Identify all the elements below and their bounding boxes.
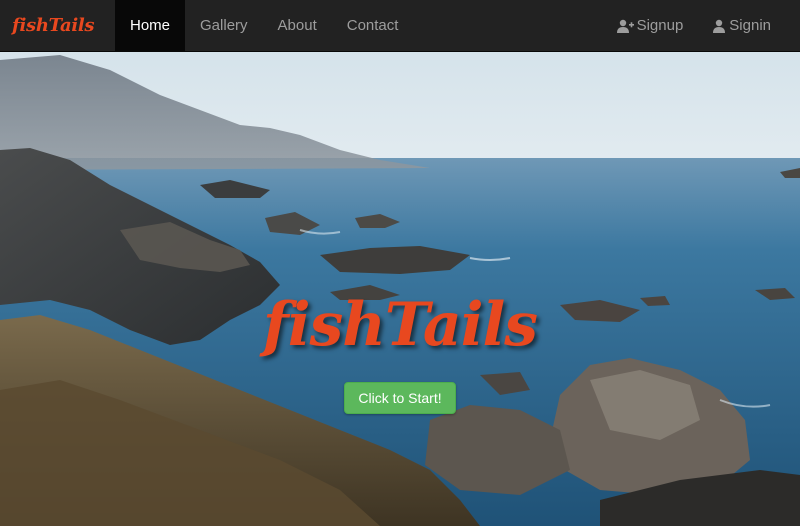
nav-link-about[interactable]: About bbox=[263, 0, 332, 52]
signin-link[interactable]: Signin bbox=[698, 0, 786, 52]
top-navbar: fishTails Home Gallery About Contact Sig… bbox=[0, 0, 800, 52]
signup-link[interactable]: Signup bbox=[602, 0, 699, 52]
brand-logo-link[interactable]: fishTails bbox=[12, 14, 95, 38]
nav-link-contact[interactable]: Contact bbox=[332, 0, 414, 52]
nav-link-gallery[interactable]: Gallery bbox=[185, 0, 263, 52]
nav-link-home[interactable]: Home bbox=[115, 0, 186, 52]
main-nav: Home Gallery About Contact bbox=[115, 0, 413, 52]
hero-background-image bbox=[0, 0, 800, 526]
user-icon bbox=[713, 19, 726, 33]
account-nav: Signup Signin bbox=[602, 0, 786, 52]
start-button[interactable]: Click to Start! bbox=[344, 382, 456, 414]
signup-label: Signup bbox=[636, 17, 684, 34]
user-plus-icon bbox=[616, 19, 634, 33]
page: fishTails Home Gallery About Contact Sig… bbox=[0, 0, 800, 526]
signin-label: Signin bbox=[729, 17, 771, 34]
hero-title: fishTails bbox=[262, 290, 538, 360]
